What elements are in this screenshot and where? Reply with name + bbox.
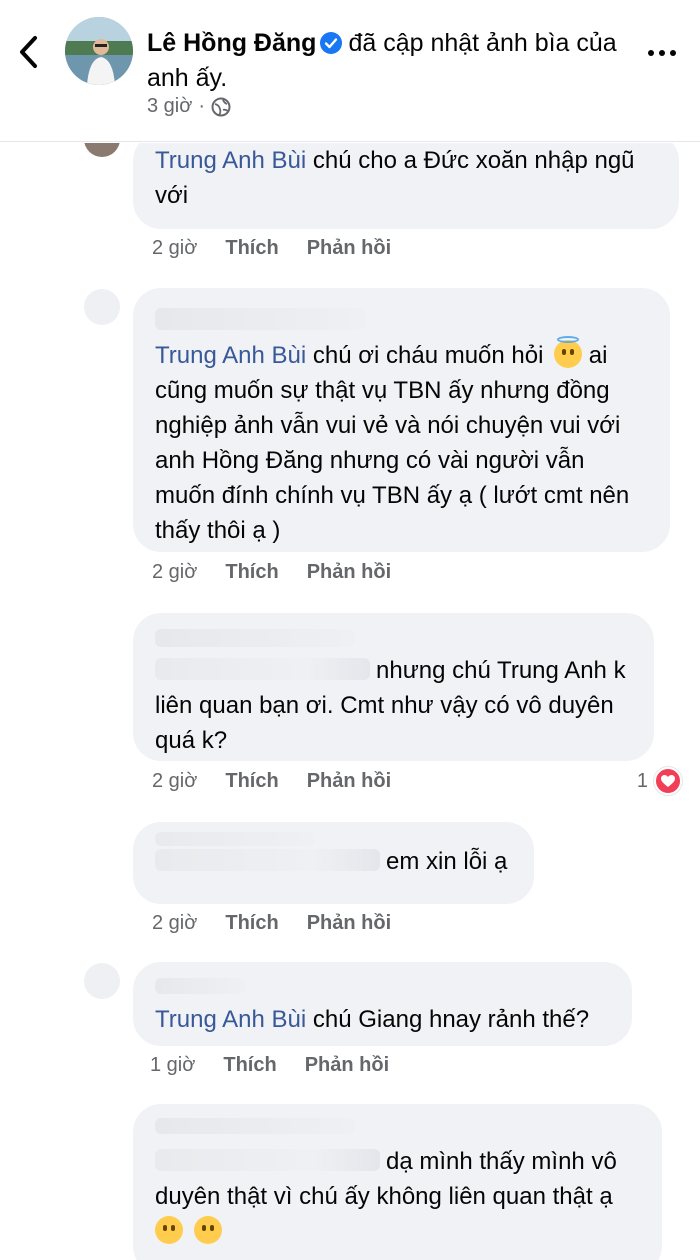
author-name[interactable]: Lê Hồng Đăng bbox=[147, 29, 316, 57]
comment-text: chú ơi cháu muốn hỏi bbox=[312, 342, 544, 369]
commenter-avatar[interactable] bbox=[84, 289, 120, 325]
like-button[interactable]: Thích bbox=[223, 1054, 276, 1077]
meta-separator: · bbox=[198, 95, 206, 117]
commenter-name-blurred bbox=[155, 629, 355, 647]
comments-feed[interactable]: Trung Anh Bùi chú cho a Đức xoăn nhập ng… bbox=[0, 143, 700, 1260]
comment-bubble: Trung Anh Bùi chú cho a Đức xoăn nhập ng… bbox=[133, 143, 679, 229]
comment-actions: 1 giờ Thích Phản hồi bbox=[150, 1054, 389, 1077]
comment-bubble: nhưng chú Trung Anh k liên quan bạn ơi. … bbox=[133, 613, 654, 761]
post-time[interactable]: 3 giờ bbox=[147, 95, 192, 118]
reaction-count[interactable]: 1 bbox=[637, 767, 682, 795]
comment-bubble: em xin lỗi ạ bbox=[133, 822, 534, 904]
verified-badge-icon bbox=[320, 32, 343, 54]
reply-button[interactable]: Phản hồi bbox=[307, 770, 391, 793]
post-title: Lê Hồng Đăng đã cập nhật ảnh bìa của anh … bbox=[147, 26, 617, 96]
comment-actions: 2 giờ Thích Phản hồi bbox=[152, 912, 391, 935]
commenter-name-blurred bbox=[155, 1149, 380, 1171]
mention-link[interactable]: Trung Anh Bùi bbox=[155, 1006, 306, 1033]
commenter-name-blurred bbox=[155, 1118, 355, 1134]
comment-actions: 2 giờ Thích Phản hồi bbox=[152, 770, 391, 793]
comment-time[interactable]: 2 giờ bbox=[152, 561, 197, 584]
post-header: Lê Hồng Đăng đã cập nhật ảnh bìa của anh … bbox=[0, 0, 700, 142]
comment-actions: 2 giờ Thích Phản hồi bbox=[152, 561, 391, 584]
comment-text: chú Giang hnay rảnh thế? bbox=[312, 1006, 590, 1033]
comment-bubble: Trung Anh Bùi chú Giang hnay rảnh thế? bbox=[133, 962, 632, 1046]
reply-button[interactable]: Phản hồi bbox=[307, 561, 391, 584]
like-button[interactable]: Thích bbox=[225, 561, 278, 584]
commenter-name-blurred bbox=[155, 849, 380, 871]
comment-time[interactable]: 1 giờ bbox=[150, 1054, 195, 1077]
comment-text-continued: ai cũng muốn sự thật vụ TBN ấy nhưng đồn… bbox=[155, 342, 630, 544]
comment-bubble: Trung Anh Bùi chú ơi cháu muốn hỏi ai cũ… bbox=[133, 288, 670, 552]
comment-time[interactable]: 2 giờ bbox=[152, 770, 197, 793]
commenter-avatar[interactable] bbox=[84, 963, 120, 999]
more-options-button[interactable] bbox=[642, 38, 682, 68]
more-dots-icon bbox=[648, 50, 654, 56]
globe-icon bbox=[211, 97, 231, 116]
heart-reaction-icon bbox=[654, 767, 682, 795]
comment-actions: 2 giờ Thích Phản hồi bbox=[152, 237, 391, 260]
commenter-name-blurred bbox=[155, 978, 245, 994]
comment-time[interactable]: 2 giờ bbox=[152, 912, 197, 935]
reaction-number: 1 bbox=[636, 769, 648, 792]
like-button[interactable]: Thích bbox=[225, 770, 278, 793]
chevron-left-icon bbox=[20, 36, 37, 68]
like-button[interactable]: Thích bbox=[225, 237, 278, 260]
commenter-name-blurred bbox=[155, 658, 370, 680]
reply-button[interactable]: Phản hồi bbox=[307, 237, 391, 260]
mention-link[interactable]: Trung Anh Bùi bbox=[155, 342, 306, 369]
grinning-face-icon bbox=[193, 1216, 222, 1244]
comment-time[interactable]: 2 giờ bbox=[152, 237, 197, 260]
crying-face-icon bbox=[155, 1216, 183, 1244]
commenter-avatar[interactable] bbox=[84, 143, 120, 157]
mention-link[interactable]: Trung Anh Bùi bbox=[155, 147, 306, 174]
like-button[interactable]: Thích bbox=[225, 912, 278, 935]
author-avatar[interactable] bbox=[65, 17, 133, 85]
commenter-name-blurred bbox=[155, 308, 365, 330]
back-button[interactable] bbox=[8, 28, 48, 76]
comment-bubble: dạ mình thấy mình vô duyên thật vì chú ấ… bbox=[133, 1104, 662, 1260]
comment-text: em xin lỗi ạ bbox=[386, 848, 508, 875]
reply-button[interactable]: Phản hồi bbox=[307, 912, 391, 935]
smiling-face-with-halo-icon bbox=[554, 336, 583, 368]
post-meta: 3 giờ · bbox=[147, 95, 231, 118]
commenter-name-blurred bbox=[155, 832, 315, 846]
reply-button[interactable]: Phản hồi bbox=[305, 1054, 389, 1077]
